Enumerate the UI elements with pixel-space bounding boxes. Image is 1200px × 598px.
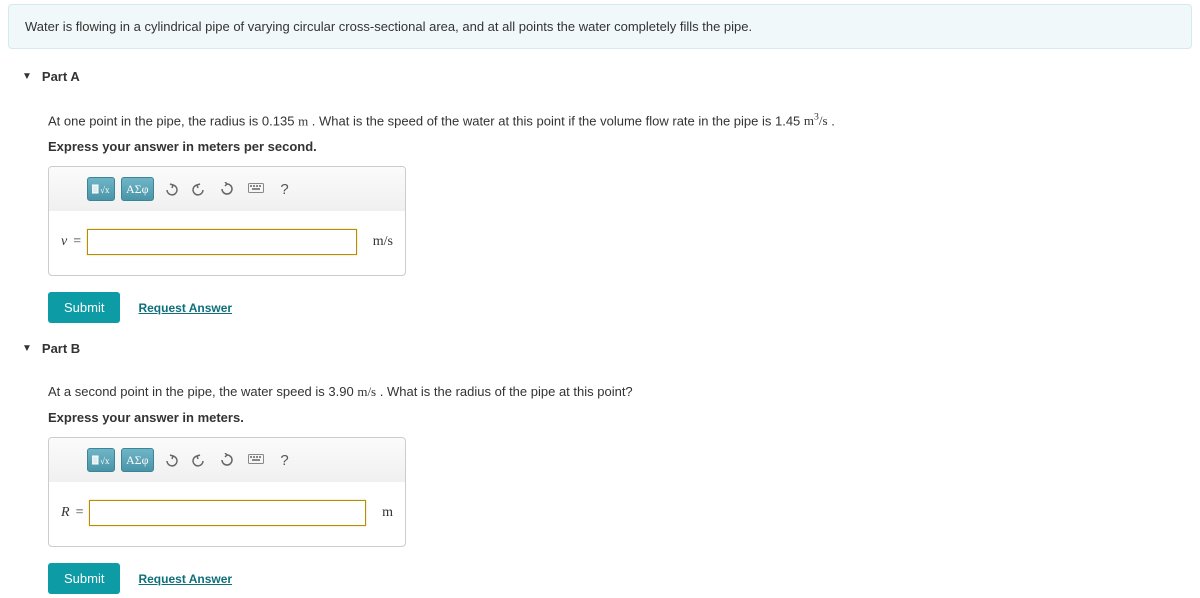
part-a-title: Part A [42,69,80,84]
var-label-b: R [61,505,70,521]
reset-button[interactable] [216,177,238,201]
help-button[interactable]: ? [274,177,296,201]
part-a-body: At one point in the pipe, the radius is … [8,84,1192,323]
request-answer-b[interactable]: Request Answer [138,572,232,586]
request-answer-a[interactable]: Request Answer [138,301,232,315]
undo-button[interactable] [160,177,182,201]
help-button[interactable]: ? [274,448,296,472]
actions-b: Submit Request Answer [48,563,1192,594]
toolbar-b: √x ΑΣφ ? [49,438,405,482]
part-a-header[interactable]: ▼ Part A [8,69,1192,84]
answer-input-a[interactable] [87,229,357,255]
svg-text:√x: √x [100,185,110,195]
part-b-header[interactable]: ▼ Part B [8,341,1192,356]
eq-b: = [76,505,84,521]
answer-input-b[interactable] [89,500,366,526]
redo-button[interactable] [188,177,210,201]
input-row-a: v = m/s [49,211,405,275]
var-label-a: v [61,234,67,250]
templates-button[interactable]: √x [87,177,115,201]
greek-button[interactable]: ΑΣφ [121,448,154,472]
greek-button[interactable]: ΑΣφ [121,177,154,201]
units-a: m/s [373,234,393,250]
part-b-instruction: Express your answer in meters. [48,410,1192,425]
submit-button-a[interactable]: Submit [48,292,120,323]
chevron-down-icon: ▼ [22,71,32,82]
keyboard-button[interactable] [244,448,268,472]
problem-intro: Water is flowing in a cylindrical pipe o… [8,4,1192,49]
intro-text: Water is flowing in a cylindrical pipe o… [25,19,752,34]
undo-button[interactable] [160,448,182,472]
redo-button[interactable] [188,448,210,472]
part-a-question: At one point in the pipe, the radius is … [48,112,1192,129]
part-a-instruction: Express your answer in meters per second… [48,139,1192,154]
keyboard-button[interactable] [244,177,268,201]
part-b: ▼ Part B At a second point in the pipe, … [8,341,1192,594]
eq-a: = [73,234,81,250]
templates-button[interactable]: √x [87,448,115,472]
units-b: m [382,505,393,521]
toolbar-a: √x ΑΣφ ? [49,167,405,211]
answer-card-a: √x ΑΣφ ? v = [48,166,406,276]
input-row-b: R = m [49,482,405,546]
chevron-down-icon: ▼ [22,343,32,354]
part-a: ▼ Part A At one point in the pipe, the r… [8,69,1192,323]
actions-a: Submit Request Answer [48,292,1192,323]
svg-text:√x: √x [100,456,110,466]
part-b-body: At a second point in the pipe, the water… [8,356,1192,594]
reset-button[interactable] [216,448,238,472]
part-b-question: At a second point in the pipe, the water… [48,384,1192,400]
part-b-title: Part B [42,341,80,356]
submit-button-b[interactable]: Submit [48,563,120,594]
answer-card-b: √x ΑΣφ ? R = [48,437,406,547]
